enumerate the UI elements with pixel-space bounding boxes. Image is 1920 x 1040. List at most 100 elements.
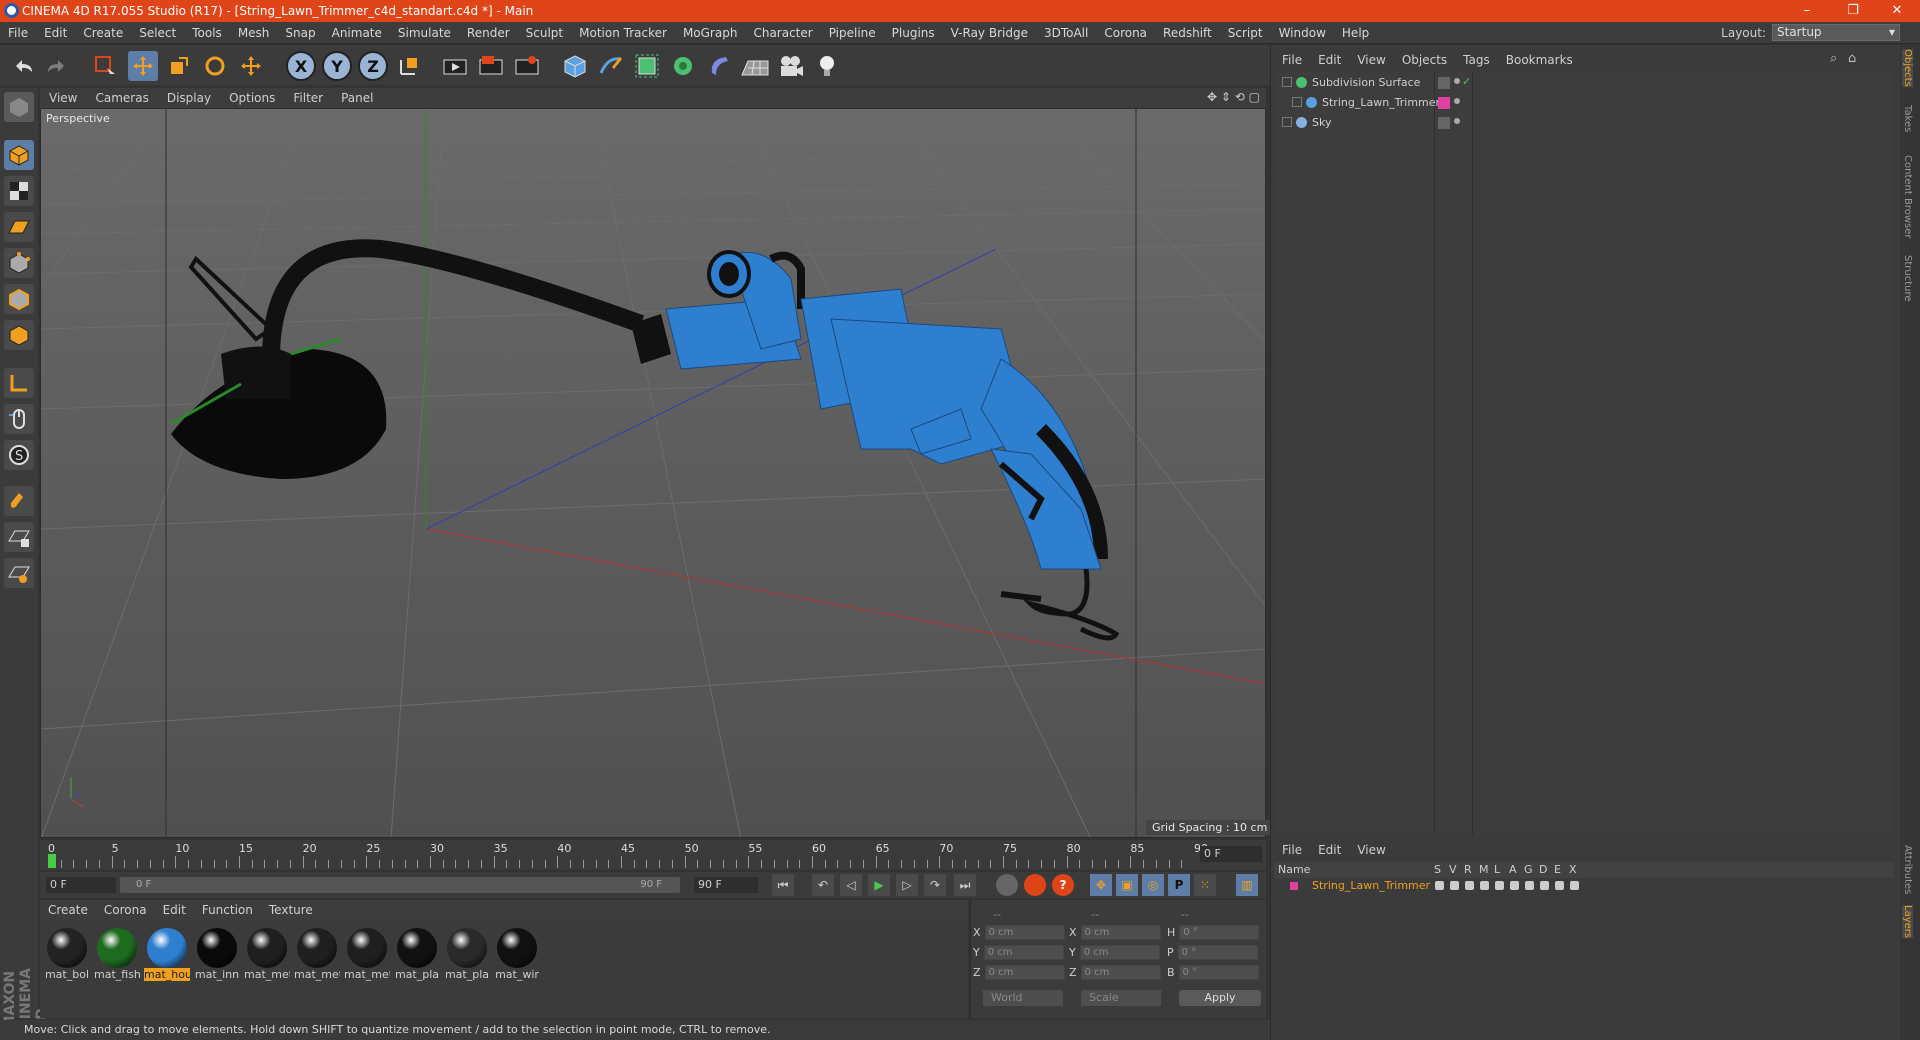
editor-dot-icon[interactable] xyxy=(1454,118,1460,124)
menu-sculpt[interactable]: Sculpt xyxy=(518,26,571,40)
coord-input[interactable]: 0 cm xyxy=(984,924,1065,940)
object-menu-tags[interactable]: Tags xyxy=(1455,53,1498,67)
grid-lock-icon[interactable] xyxy=(4,522,34,552)
layer-menu-view[interactable]: View xyxy=(1349,843,1393,857)
visibility-toggle-icon[interactable] xyxy=(1438,117,1450,129)
menu-snap[interactable]: Snap xyxy=(277,26,323,40)
key-parameter-icon[interactable]: P xyxy=(1168,874,1190,896)
menu-create[interactable]: Create xyxy=(75,26,131,40)
previous-key-icon[interactable]: ↶ xyxy=(812,874,834,896)
material-swatch[interactable]: mat_hou xyxy=(144,928,190,981)
layer-flag-icon[interactable] xyxy=(1555,881,1564,890)
material-swatch[interactable]: mat_wir xyxy=(494,928,540,981)
floor-object-icon[interactable] xyxy=(740,51,770,81)
key-rotation-icon[interactable]: ◎ xyxy=(1142,874,1164,896)
enabled-check-icon[interactable]: ✓ xyxy=(1462,75,1471,88)
expand-toggle-icon[interactable] xyxy=(1282,77,1292,87)
side-tab-structure[interactable]: Structure xyxy=(1902,255,1913,302)
coord-input[interactable]: 0 cm xyxy=(1080,964,1161,980)
coord-input[interactable]: 0 cm xyxy=(984,964,1065,980)
viewport-menu-view[interactable]: View xyxy=(40,91,86,105)
editor-dot-icon[interactable] xyxy=(1454,78,1460,84)
search-icon[interactable]: ⌕ xyxy=(1830,51,1837,66)
deformer-icon[interactable] xyxy=(704,51,734,81)
solo-mode-icon[interactable]: S xyxy=(4,440,34,470)
coord-input[interactable]: 0 cm xyxy=(1079,944,1160,960)
menu-motion-tracker[interactable]: Motion Tracker xyxy=(571,26,675,40)
material-menu-texture[interactable]: Texture xyxy=(261,903,321,917)
menu-simulate[interactable]: Simulate xyxy=(390,26,459,40)
rotate-tool-icon[interactable] xyxy=(200,51,230,81)
object-menu-file[interactable]: File xyxy=(1274,53,1310,67)
start-frame-field[interactable]: 0 F xyxy=(46,877,116,893)
cube-object-icon[interactable] xyxy=(560,51,590,81)
menu-animate[interactable]: Animate xyxy=(324,26,390,40)
side-tab-attributes[interactable]: Attributes xyxy=(1902,845,1913,894)
play-forwards-icon[interactable]: ▶ xyxy=(868,874,890,896)
layer-flag-icon[interactable] xyxy=(1525,881,1534,890)
coord-input[interactable]: 0 ° xyxy=(1177,944,1258,960)
layer-menu-file[interactable]: File xyxy=(1274,843,1310,857)
coordinate-system-dropdown[interactable]: World xyxy=(983,990,1063,1006)
layer-flag-icon[interactable] xyxy=(1495,881,1504,890)
next-frame-icon[interactable]: ▷ xyxy=(896,874,918,896)
make-editable-icon[interactable] xyxy=(4,92,34,122)
record-disabled-icon[interactable] xyxy=(996,874,1018,896)
camera-icon[interactable] xyxy=(776,51,806,81)
coord-input[interactable]: 0 ° xyxy=(1178,964,1259,980)
material-swatch[interactable]: mat_met xyxy=(244,928,290,981)
material-menu-create[interactable]: Create xyxy=(40,903,96,917)
move-tool-icon[interactable] xyxy=(128,51,158,81)
layer-flag-icon[interactable] xyxy=(1480,881,1489,890)
material-swatch[interactable]: mat_met xyxy=(344,928,390,981)
polygons-mode-icon[interactable] xyxy=(4,320,34,350)
material-menu-edit[interactable]: Edit xyxy=(155,903,194,917)
menu-character[interactable]: Character xyxy=(745,26,820,40)
snapping-icon[interactable] xyxy=(4,486,34,516)
menu-tools[interactable]: Tools xyxy=(184,26,230,40)
size-mode-dropdown[interactable]: Scale xyxy=(1081,990,1161,1006)
menu-plugins[interactable]: Plugins xyxy=(884,26,943,40)
next-key-icon[interactable]: ↷ xyxy=(924,874,946,896)
menu-window[interactable]: Window xyxy=(1271,26,1334,40)
autokeying-icon[interactable]: ? xyxy=(1052,874,1074,896)
layout-dropdown[interactable]: Startup xyxy=(1772,24,1900,41)
menu-redshift[interactable]: Redshift xyxy=(1155,26,1220,40)
layer-flag-icon[interactable] xyxy=(1465,881,1474,890)
home-icon[interactable]: ⌂ xyxy=(1848,51,1856,66)
coordinate-system-icon[interactable] xyxy=(394,51,424,81)
layer-row[interactable]: String_Lawn_Trimmer xyxy=(1274,878,1894,894)
side-tab-layers[interactable]: Layers xyxy=(1902,905,1913,939)
material-swatch[interactable]: mat_met xyxy=(294,928,340,981)
end-frame-field[interactable]: 90 F xyxy=(694,877,758,893)
texture-mode-icon[interactable] xyxy=(4,176,34,206)
menu-render[interactable]: Render xyxy=(459,26,518,40)
live-selection-icon[interactable] xyxy=(90,51,120,81)
record-active-objects-icon[interactable] xyxy=(1024,874,1046,896)
menu-mograph[interactable]: MoGraph xyxy=(675,26,746,40)
timeline-window-icon[interactable]: ▥ xyxy=(1236,874,1258,896)
scale-tool-icon[interactable] xyxy=(164,51,194,81)
render-settings-icon[interactable] xyxy=(512,51,542,81)
viewport-menu-options[interactable]: Options xyxy=(220,91,284,105)
go-to-start-icon[interactable]: ⏮ xyxy=(772,874,794,896)
material-menu-function[interactable]: Function xyxy=(194,903,261,917)
close-button[interactable]: ✕ xyxy=(1874,0,1920,22)
menu-edit[interactable]: Edit xyxy=(36,26,75,40)
key-pla-icon[interactable]: ⁙ xyxy=(1194,874,1216,896)
side-tab-content-browser[interactable]: Content Browser xyxy=(1902,155,1913,238)
tweak-mode-icon[interactable] xyxy=(4,404,34,434)
grid-snap-icon[interactable] xyxy=(4,558,34,588)
material-swatch[interactable]: mat_inn xyxy=(194,928,240,981)
play-backwards-icon[interactable]: ◁ xyxy=(840,874,862,896)
viewport-menu-display[interactable]: Display xyxy=(158,91,220,105)
menu-script[interactable]: Script xyxy=(1220,26,1271,40)
workplane-mode-icon[interactable] xyxy=(4,212,34,242)
current-frame-field[interactable]: 0 F xyxy=(1200,846,1262,862)
x-axis-lock-button[interactable]: X xyxy=(286,51,316,81)
layer-flag-icon[interactable] xyxy=(1510,881,1519,890)
points-mode-icon[interactable] xyxy=(4,248,34,278)
viewport-menu-panel[interactable]: Panel xyxy=(332,91,382,105)
coord-input[interactable]: 0 cm xyxy=(983,944,1064,960)
object-row[interactable]: Subdivision Surface ✓ xyxy=(1274,74,1894,92)
